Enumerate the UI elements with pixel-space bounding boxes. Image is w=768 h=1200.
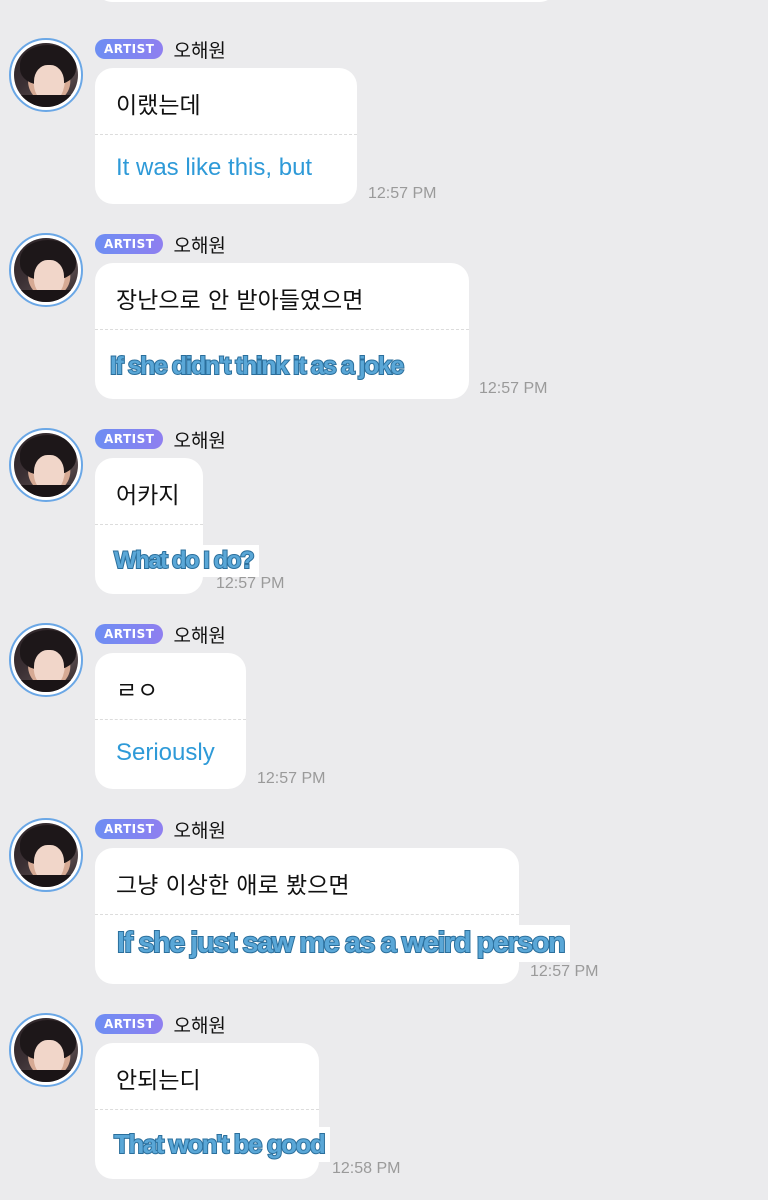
message-timestamp: 12:58 PM	[332, 1160, 401, 1177]
artist-badge: ARTIST	[95, 1014, 164, 1034]
sender-avatar[interactable]	[9, 1013, 83, 1087]
profile-photo-icon	[14, 823, 78, 887]
message-timestamp: 12:57 PM	[530, 963, 599, 980]
artist-badge: ARTIST	[95, 429, 164, 449]
message-timestamp: 12:57 PM	[368, 185, 437, 202]
message-text: 이랬는데	[116, 93, 201, 119]
sender-avatar[interactable]	[9, 233, 83, 307]
sender-row: ARTIST 오해원	[95, 818, 226, 842]
artist-badge: ARTIST	[95, 234, 164, 254]
artist-badge: ARTIST	[95, 819, 164, 839]
sender-avatar[interactable]	[9, 428, 83, 502]
message-bubble[interactable]: 그냥 이상한 애로 봤으면	[95, 848, 519, 984]
message-text: 그냥 이상한 애로 봤으면	[116, 873, 350, 899]
message-timestamp: 12:57 PM	[479, 380, 548, 397]
sender-name: 오해원	[173, 1014, 226, 1037]
profile-photo-icon	[14, 238, 78, 302]
bubble-divider	[95, 719, 246, 720]
sender-avatar[interactable]	[9, 38, 83, 112]
sender-row: ARTIST 오해원	[95, 623, 226, 647]
bubble-divider	[95, 524, 203, 525]
sender-name: 오해원	[173, 39, 226, 62]
chat-screen: ARTIST 오해원 이랬는데 It was like this, but 12…	[0, 0, 768, 1200]
sender-name: 오해원	[173, 819, 226, 842]
profile-photo-icon	[14, 433, 78, 497]
bubble-divider	[95, 914, 519, 915]
sender-name: 오해원	[173, 624, 226, 647]
sender-row: ARTIST 오해원	[95, 38, 226, 62]
profile-photo-icon	[14, 1018, 78, 1082]
message-text: ㄹㅇ	[116, 678, 159, 704]
message-bubble[interactable]: ㄹㅇ Seriously	[95, 653, 246, 789]
sender-name: 오해원	[173, 234, 226, 257]
sender-row: ARTIST 오해원	[95, 1013, 226, 1037]
previous-message-bubble	[96, 0, 556, 2]
message-text: 장난으로 안 받아들였으면	[116, 288, 364, 314]
translation-caption: If she didn't think it as a joke	[104, 350, 409, 383]
sender-row: ARTIST 오해원	[95, 233, 226, 257]
bubble-divider	[95, 329, 469, 330]
translation-caption: If she just saw me as a weird person	[111, 925, 571, 962]
message-translation: Seriously	[116, 739, 215, 766]
message-timestamp: 12:57 PM	[216, 575, 285, 592]
message-text: 어카지	[116, 483, 180, 509]
artist-badge: ARTIST	[95, 39, 164, 59]
translation-caption: That won't be good	[108, 1127, 331, 1162]
profile-photo-icon	[14, 43, 78, 107]
artist-badge: ARTIST	[95, 624, 164, 644]
message-timestamp: 12:57 PM	[257, 770, 326, 787]
sender-name: 오해원	[173, 429, 226, 452]
bubble-divider	[95, 1109, 319, 1110]
sender-avatar[interactable]	[9, 818, 83, 892]
message-text: 안되는디	[116, 1068, 201, 1094]
message-bubble[interactable]: 이랬는데 It was like this, but	[95, 68, 357, 204]
sender-avatar[interactable]	[9, 623, 83, 697]
translation-caption: What do I do?	[108, 545, 260, 577]
bubble-divider	[95, 134, 357, 135]
message-translation: It was like this, but	[116, 154, 313, 181]
profile-photo-icon	[14, 628, 78, 692]
sender-row: ARTIST 오해원	[95, 428, 226, 452]
